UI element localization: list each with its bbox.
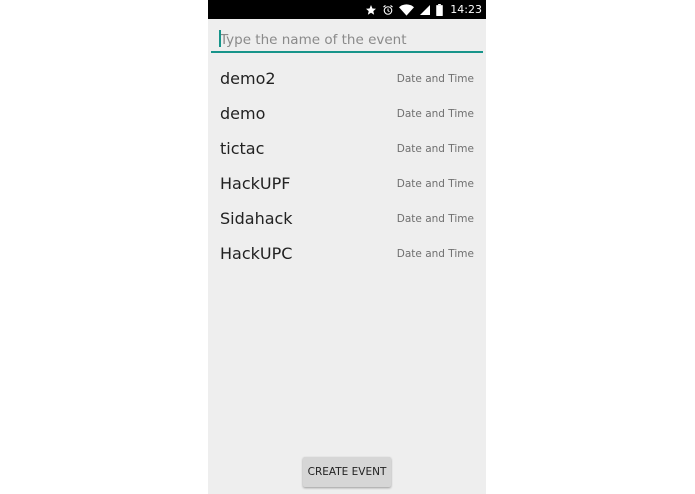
event-name: HackUPF: [220, 174, 291, 193]
event-name: demo2: [220, 69, 276, 88]
status-icons: 14:23: [365, 0, 482, 19]
alarm-icon: [382, 4, 394, 16]
create-event-button[interactable]: CREATE EVENT: [303, 457, 391, 487]
event-date-time: Date and Time: [396, 212, 474, 225]
event-date-time: Date and Time: [396, 247, 474, 260]
event-search-input[interactable]: [211, 24, 483, 53]
event-list-item[interactable]: demo Date and Time: [208, 96, 486, 131]
event-name: HackUPC: [220, 244, 293, 263]
event-name: Sidahack: [220, 209, 293, 228]
event-list: demo2 Date and Time demo Date and Time t…: [208, 61, 486, 271]
star-icon: [365, 4, 377, 16]
event-date-time: Date and Time: [396, 142, 474, 155]
event-list-item[interactable]: Sidahack Date and Time: [208, 201, 486, 236]
event-name: demo: [220, 104, 266, 123]
event-list-item[interactable]: tictac Date and Time: [208, 131, 486, 166]
text-cursor: [219, 30, 221, 47]
status-bar: 14:23: [208, 0, 486, 19]
event-date-time: Date and Time: [396, 177, 474, 190]
event-list-item[interactable]: HackUPF Date and Time: [208, 166, 486, 201]
battery-icon: [436, 3, 444, 16]
search-field-wrapper: [211, 24, 483, 55]
status-time: 14:23: [450, 3, 482, 16]
event-name: tictac: [220, 139, 265, 158]
event-list-item[interactable]: HackUPC Date and Time: [208, 236, 486, 271]
signal-icon: [419, 4, 431, 16]
app-screen: 14:23 demo2 Date and Time demo Date and …: [208, 0, 486, 494]
event-list-item[interactable]: demo2 Date and Time: [208, 61, 486, 96]
event-date-time: Date and Time: [396, 72, 474, 85]
wifi-icon: [399, 3, 415, 16]
event-date-time: Date and Time: [396, 107, 474, 120]
